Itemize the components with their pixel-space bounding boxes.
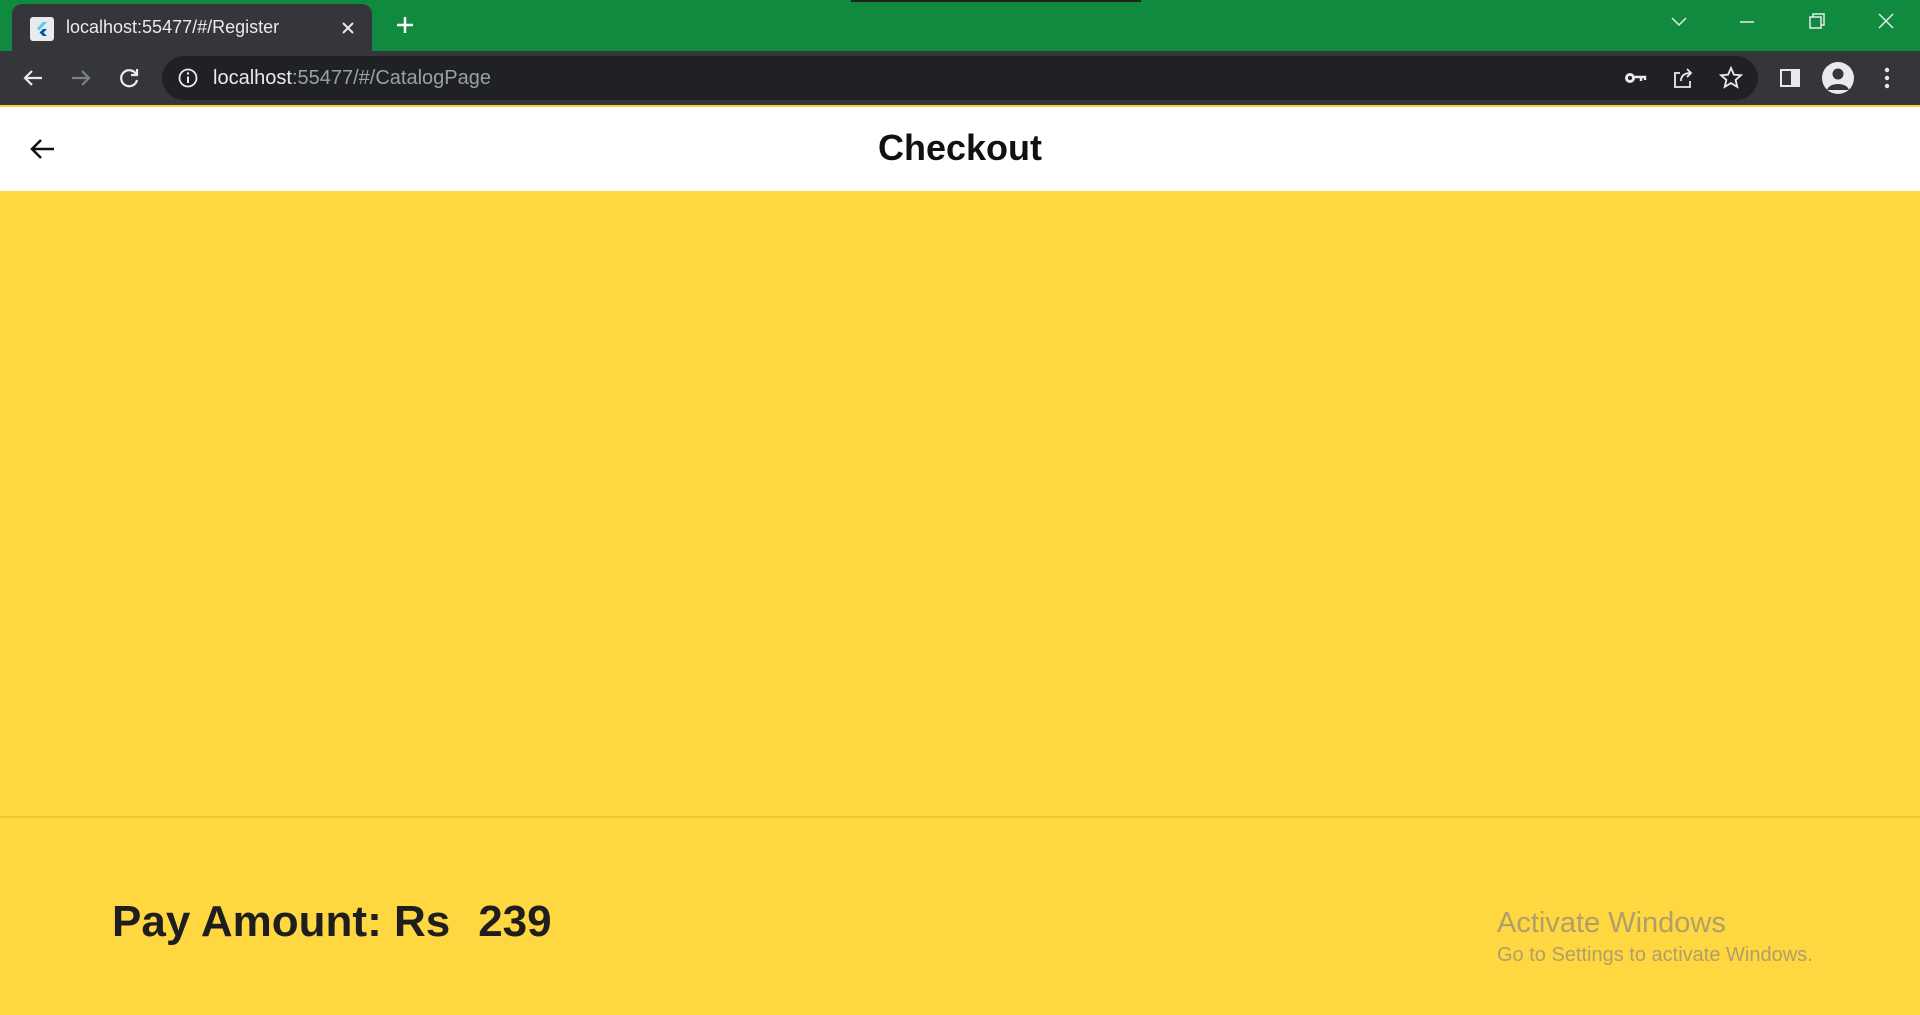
cart-list-area <box>0 191 1920 816</box>
forward-icon[interactable] <box>64 61 98 95</box>
flutter-favicon-icon <box>30 17 54 41</box>
pay-amount-label: Pay Amount: Rs <box>112 897 451 946</box>
url-text: localhost:55477/#/CatalogPage <box>213 67 491 89</box>
pay-amount-value: 239 <box>478 897 552 946</box>
back-icon[interactable] <box>16 61 50 95</box>
watermark-title: Activate Windows <box>1497 907 1726 939</box>
tab-title: localhost:55477/#/Register <box>66 17 280 37</box>
page-title: Checkout <box>877 127 1043 168</box>
browser-tabstrip: localhost:55477/#/Register <box>0 0 1920 51</box>
new-tab-icon[interactable] <box>390 10 420 40</box>
bookmark-star-icon[interactable] <box>1718 65 1744 91</box>
side-panel-icon[interactable] <box>1773 61 1807 95</box>
pay-amount-text: Pay Amount: Rs 239 <box>112 897 552 947</box>
windows-activation-watermark: Activate Windows Go to Settings to activ… <box>1497 907 1813 967</box>
tab-search-chevron-icon[interactable] <box>1659 6 1699 38</box>
reload-icon[interactable] <box>112 61 146 95</box>
window-close-icon[interactable] <box>1866 6 1906 38</box>
minimize-icon[interactable] <box>1727 6 1767 38</box>
app-bar: Checkout <box>0 107 1920 191</box>
profile-icon[interactable] <box>1822 62 1854 94</box>
kebab-menu-icon[interactable] <box>1870 61 1904 95</box>
address-bar[interactable]: localhost:55477/#/CatalogPage <box>162 56 1758 100</box>
watermark-subtitle: Go to Settings to activate Windows. <box>1497 944 1813 966</box>
browser-tab[interactable]: localhost:55477/#/Register <box>12 4 372 51</box>
tab-close-icon[interactable] <box>334 14 362 42</box>
restore-icon[interactable] <box>1796 6 1836 38</box>
share-icon[interactable] <box>1670 65 1696 91</box>
browser-toolbar: localhost:55477/#/CatalogPage <box>0 51 1920 105</box>
tabstrip-top-indicator <box>851 0 1141 2</box>
key-icon[interactable] <box>1622 65 1648 91</box>
site-info-icon[interactable] <box>176 66 200 90</box>
